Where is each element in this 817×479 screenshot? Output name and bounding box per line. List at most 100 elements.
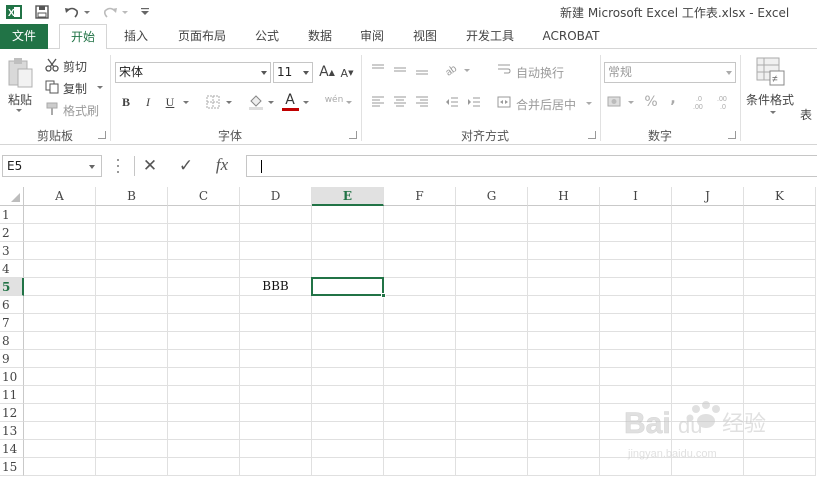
cell-b2[interactable] <box>96 224 168 242</box>
insert-function-button[interactable]: fx <box>212 155 232 175</box>
cell-e3[interactable] <box>312 242 384 260</box>
cell-g6[interactable] <box>456 296 528 314</box>
paste-dropdown-icon[interactable] <box>16 109 22 112</box>
column-header-e[interactable]: E <box>312 187 384 206</box>
cell-e11[interactable] <box>312 386 384 404</box>
cell-a4[interactable] <box>24 260 96 278</box>
cell-h2[interactable] <box>528 224 600 242</box>
cell-h6[interactable] <box>528 296 600 314</box>
cell-d1[interactable] <box>240 206 312 224</box>
alignment-launcher-icon[interactable] <box>588 131 596 139</box>
row-header-7[interactable]: 7 <box>0 314 24 332</box>
font-size-combo[interactable]: 11 <box>273 62 313 83</box>
row-header-6[interactable]: 6 <box>0 296 24 314</box>
cell-e4[interactable] <box>312 260 384 278</box>
cell-h14[interactable] <box>528 440 600 458</box>
cell-b3[interactable] <box>96 242 168 260</box>
cell-g5[interactable] <box>456 278 528 296</box>
cell-b9[interactable] <box>96 350 168 368</box>
cell-b7[interactable] <box>96 314 168 332</box>
cell-d14[interactable] <box>240 440 312 458</box>
column-header-k[interactable]: K <box>744 187 816 206</box>
cell-d9[interactable] <box>240 350 312 368</box>
row-header-8[interactable]: 8 <box>0 332 24 350</box>
cell-e1[interactable] <box>312 206 384 224</box>
chevron-down-icon[interactable] <box>303 71 309 75</box>
cell-f4[interactable] <box>384 260 456 278</box>
tab-formulas[interactable]: 公式 <box>245 24 289 49</box>
cell-c11[interactable] <box>168 386 240 404</box>
cell-d15[interactable] <box>240 458 312 476</box>
cell-h7[interactable] <box>528 314 600 332</box>
decrease-indent-icon[interactable] <box>442 92 462 112</box>
increase-indent-icon[interactable] <box>464 92 484 112</box>
select-all-corner[interactable] <box>0 187 24 206</box>
cell-h4[interactable] <box>528 260 600 278</box>
cell-b15[interactable] <box>96 458 168 476</box>
row-header-9[interactable]: 9 <box>0 350 24 368</box>
cell-h9[interactable] <box>528 350 600 368</box>
fill-handle[interactable] <box>381 293 386 298</box>
row-header-4[interactable]: 4 <box>0 260 24 278</box>
wrap-text-icon[interactable] <box>494 59 514 79</box>
cell-h15[interactable] <box>528 458 600 476</box>
enter-entry-button[interactable]: ✓ <box>176 156 196 176</box>
cell-g7[interactable] <box>456 314 528 332</box>
phonetic-dropdown-icon[interactable] <box>346 101 352 104</box>
merge-center-button[interactable]: 合并后居中 <box>516 96 576 113</box>
cell-g10[interactable] <box>456 368 528 386</box>
cell-d12[interactable] <box>240 404 312 422</box>
cell-b14[interactable] <box>96 440 168 458</box>
cell-f7[interactable] <box>384 314 456 332</box>
clipboard-launcher-icon[interactable] <box>98 131 106 139</box>
format-painter-button[interactable]: 格式刷 <box>63 102 99 119</box>
redo-dropdown-icon[interactable] <box>122 11 128 14</box>
cell-c13[interactable] <box>168 422 240 440</box>
paste-button[interactable]: 粘贴 <box>8 91 32 108</box>
cell-h8[interactable] <box>528 332 600 350</box>
cell-g15[interactable] <box>456 458 528 476</box>
row-header-2[interactable]: 2 <box>0 224 24 242</box>
cell-h11[interactable] <box>528 386 600 404</box>
cell-b11[interactable] <box>96 386 168 404</box>
row-header-14[interactable]: 14 <box>0 440 24 458</box>
cell-g8[interactable] <box>456 332 528 350</box>
format-as-table-button[interactable]: 表 <box>800 106 812 123</box>
cell-b6[interactable] <box>96 296 168 314</box>
cell-e2[interactable] <box>312 224 384 242</box>
undo-dropdown-icon[interactable] <box>84 11 90 14</box>
conditional-formatting-icon[interactable]: ≠ <box>756 57 786 87</box>
cell-i10[interactable] <box>600 368 672 386</box>
cell-f1[interactable] <box>384 206 456 224</box>
cell-e10[interactable] <box>312 368 384 386</box>
cell-b1[interactable] <box>96 206 168 224</box>
cell-e9[interactable] <box>312 350 384 368</box>
cell-j4[interactable] <box>672 260 744 278</box>
cut-button[interactable]: 剪切 <box>63 58 87 75</box>
row-header-1[interactable]: 1 <box>0 206 24 224</box>
tab-view[interactable]: 视图 <box>403 24 447 49</box>
cell-b10[interactable] <box>96 368 168 386</box>
cell-j8[interactable] <box>672 332 744 350</box>
merge-dropdown-icon[interactable] <box>586 102 592 105</box>
copy-button[interactable]: 复制 <box>63 80 87 97</box>
cell-k4[interactable] <box>744 260 816 278</box>
cancel-entry-button[interactable]: ✕ <box>140 156 160 176</box>
cell-h13[interactable] <box>528 422 600 440</box>
cell-c15[interactable] <box>168 458 240 476</box>
cell-i2[interactable] <box>600 224 672 242</box>
cell-f10[interactable] <box>384 368 456 386</box>
cell-e5[interactable] <box>312 278 384 296</box>
cell-c2[interactable] <box>168 224 240 242</box>
cell-k6[interactable] <box>744 296 816 314</box>
column-header-j[interactable]: J <box>672 187 744 206</box>
cell-a5[interactable] <box>24 278 96 296</box>
formula-bar-grip-icon[interactable] <box>117 159 119 173</box>
cell-c7[interactable] <box>168 314 240 332</box>
merge-center-icon[interactable] <box>494 92 514 112</box>
cell-e8[interactable] <box>312 332 384 350</box>
copy-icon[interactable] <box>42 77 62 97</box>
conditional-formatting-button[interactable]: 条件格式 <box>746 91 794 108</box>
cell-i4[interactable] <box>600 260 672 278</box>
font-color-icon[interactable]: A <box>280 90 300 110</box>
